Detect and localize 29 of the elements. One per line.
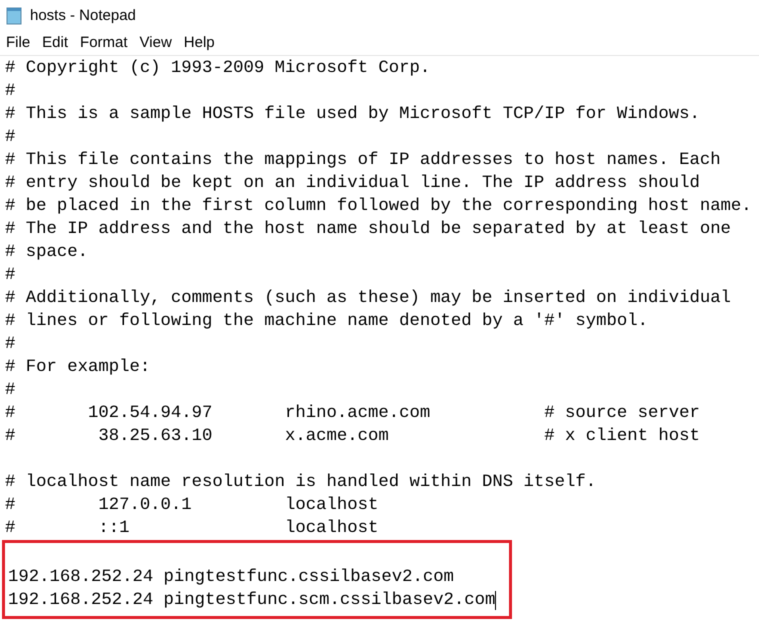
code-line: # localhost name resolution is handled within DNS itself. [5, 472, 596, 494]
code-line: # This file contains the mappings of IP addresses to host names. Each [5, 150, 721, 172]
window-title: hosts - Notepad [30, 6, 136, 26]
code-line: # be placed in the first column followed by the corresponding host name. [5, 196, 752, 218]
menu-item[interactable]: Format [80, 32, 128, 55]
menu-item[interactable]: Help [184, 32, 215, 55]
code-line: # 38.25.63.10 x.acme.com # x client host [5, 426, 700, 448]
code-line: # entry should be kept on an individual line. The IP address should [5, 172, 700, 195]
menu-item[interactable]: File [6, 32, 30, 55]
code-line: # ::1 localhost [5, 518, 378, 540]
code-line: # [5, 126, 16, 149]
code-line: # 102.54.94.97 rhino.acme.com # source server [5, 402, 700, 425]
code-line: # Additionally, comments (such as these) may be inserted on individual [5, 288, 731, 310]
menu-item[interactable]: View [140, 32, 172, 55]
code-line: # This is a sample HOSTS file used by Microsoft TCP/IP for Windows. [5, 104, 700, 126]
code-line: 192.168.252.24 pingtestfunc.scm.cssilbasev2.com [8, 590, 496, 612]
menu-item[interactable]: Edit [42, 32, 68, 55]
code-line: # The IP address and the host name should be separated by at least one [5, 218, 731, 241]
code-line: # For example: [5, 356, 150, 379]
code-line: # [5, 380, 16, 402]
code-line: # space. [5, 242, 88, 264]
code-line: # [5, 264, 16, 287]
notepad-icon [6, 7, 22, 25]
code-line: # [5, 80, 16, 103]
code-line: # 127.0.0.1 localhost [5, 494, 378, 517]
code-line: # lines or following the machine name denoted by a '#' symbol. [5, 310, 648, 333]
code-line: 192.168.252.24 pingtestfunc.cssilbasev2.com [8, 566, 454, 589]
code-line: # [5, 334, 16, 356]
code-line: # Copyright (c) 1993-2009 Microsoft Corp. [5, 58, 430, 80]
